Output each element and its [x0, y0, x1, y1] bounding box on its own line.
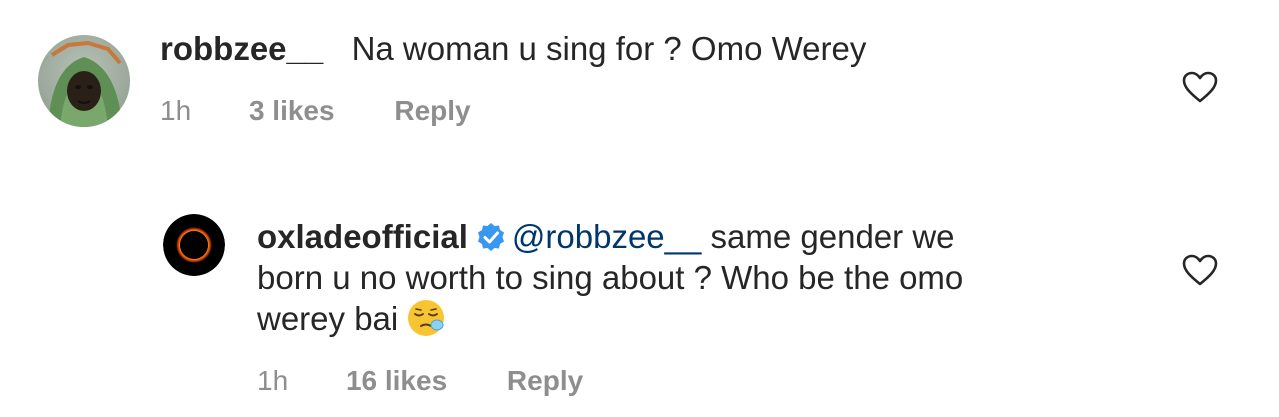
comment-text: Na woman u sing for ? Omo Werey	[351, 30, 867, 67]
comment-body: robbzee__ Na woman u sing for ? Omo Were…	[160, 28, 1120, 69]
comment-line-1: oxladeofficial @robbzee__ same gender we	[257, 216, 1137, 257]
reply-button[interactable]: Reply	[507, 365, 583, 397]
comment-time: 1h	[257, 365, 289, 396]
comment-line-3: werey bai	[257, 298, 1137, 339]
verified-badge-icon	[477, 223, 504, 251]
comment-meta: 1h 16 likes Reply	[257, 365, 583, 397]
mention-link[interactable]: @robbzee__	[512, 218, 701, 255]
comment-meta: 1h 3 likes Reply	[160, 95, 471, 127]
comment-line-2: born u no worth to sing about ? Who be t…	[257, 259, 964, 296]
comment-text-end: werey bai	[257, 300, 399, 337]
comment-body: oxladeofficial @robbzee__ same gender we…	[257, 216, 1137, 339]
ring-logo-icon	[163, 214, 225, 276]
heart-outline-icon[interactable]	[1182, 71, 1218, 103]
likes-count[interactable]: 3 likes	[249, 95, 335, 127]
comment-oxladeofficial: oxladeofficial @robbzee__ same gender we…	[0, 180, 1279, 417]
avatar[interactable]	[163, 214, 225, 276]
comment-text: same gender we	[710, 218, 955, 255]
heart-outline-icon[interactable]	[1182, 254, 1218, 286]
reply-button[interactable]: Reply	[394, 95, 470, 127]
sleepy-face-emoji-icon	[408, 300, 445, 336]
profile-photo-icon	[38, 35, 130, 127]
comment-username[interactable]: robbzee__	[160, 30, 323, 67]
comment-username[interactable]: oxladeofficial	[257, 218, 468, 255]
comment-robbzee: robbzee__ Na woman u sing for ? Omo Were…	[0, 0, 1279, 180]
likes-count[interactable]: 16 likes	[346, 365, 447, 397]
comment-time: 1h	[160, 95, 192, 126]
avatar[interactable]	[38, 35, 130, 127]
